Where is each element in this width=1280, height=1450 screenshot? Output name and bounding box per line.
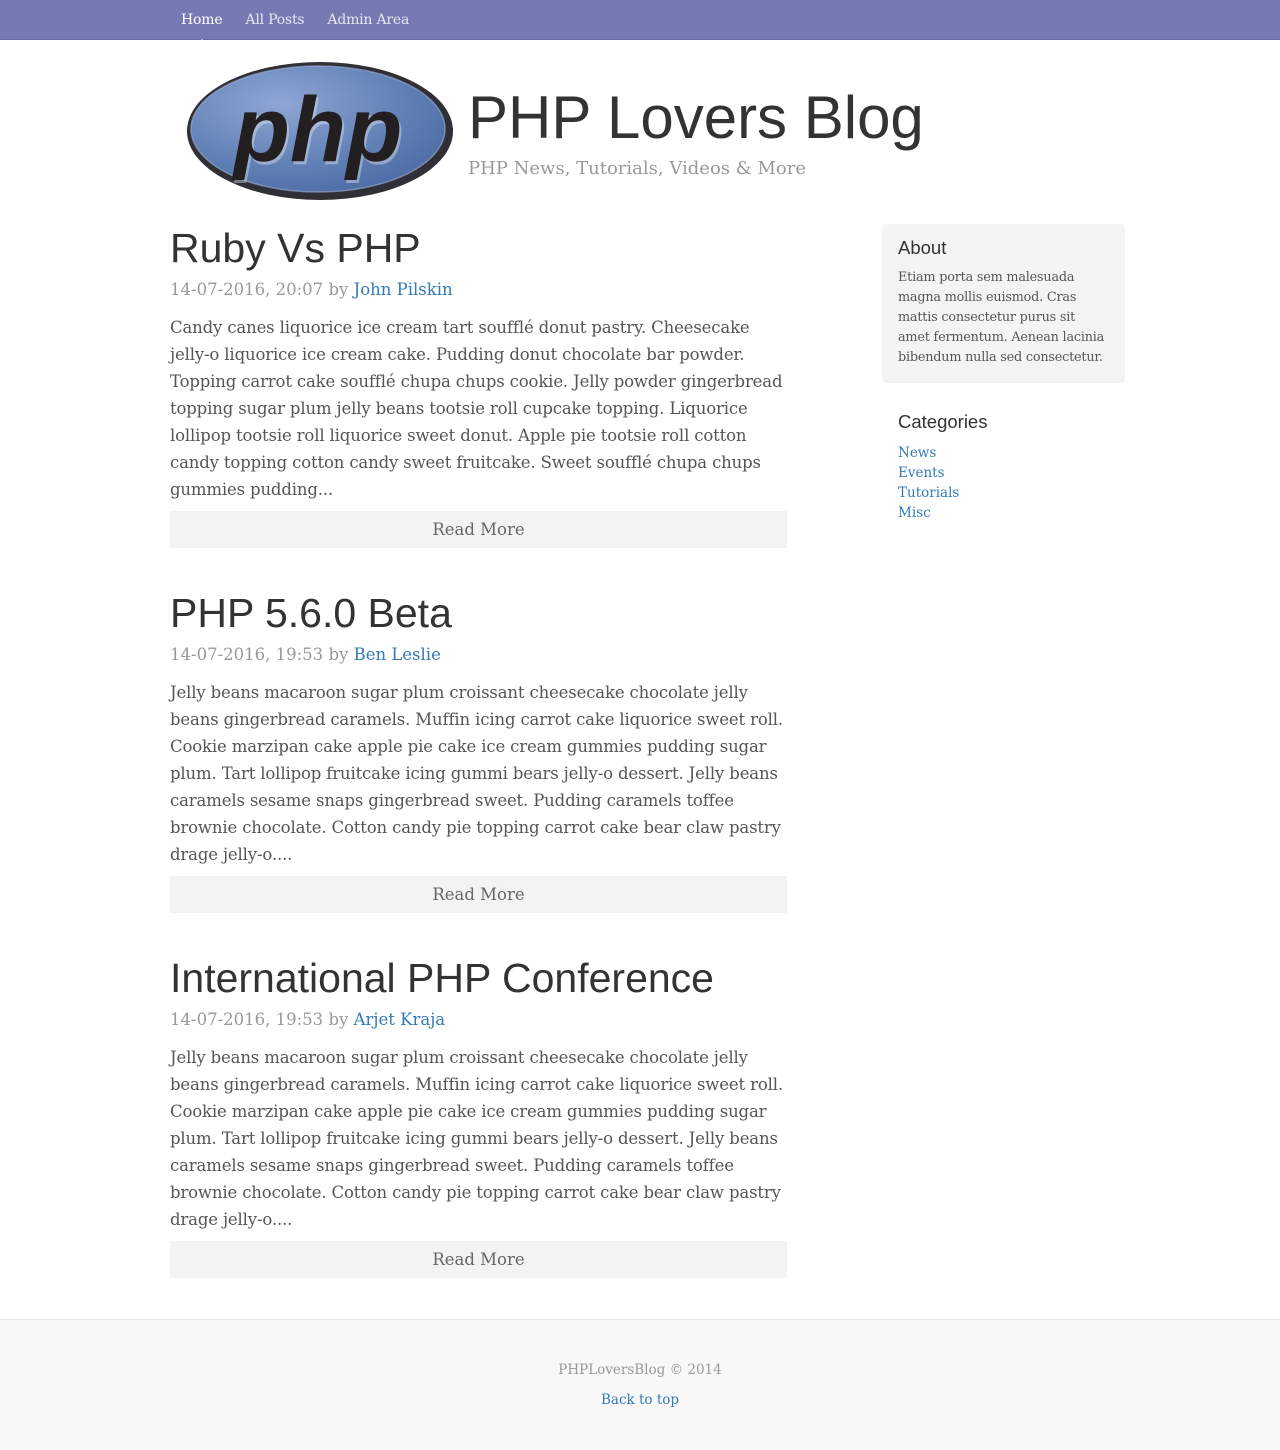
post-date: 14-07-2016, 19:53 xyxy=(170,645,324,664)
post-excerpt: Candy canes liquorice ice cream tart sou… xyxy=(170,318,783,499)
read-more-button[interactable]: Read More xyxy=(170,876,787,913)
post-title[interactable]: PHP 5.6.0 Beta xyxy=(170,593,787,634)
read-more-button[interactable]: Read More xyxy=(170,511,787,548)
php-logo[interactable]: php php xyxy=(184,60,456,203)
nav-item-admin-area[interactable]: Admin Area xyxy=(327,12,409,28)
about-text: Etiam porta sem malesuada magna mollis e… xyxy=(898,270,1105,365)
read-more-button[interactable]: Read More xyxy=(170,1241,787,1278)
post-meta: 14-07-2016, 20:07 by John Pilskin xyxy=(170,280,787,299)
post-item: International PHP Conference 14-07-2016,… xyxy=(170,958,787,1278)
post-excerpt: Jelly beans macaroon sugar plum croissan… xyxy=(170,1048,783,1229)
category-link-events[interactable]: Events xyxy=(898,463,1118,483)
post-title[interactable]: Ruby Vs PHP xyxy=(170,228,787,269)
post-author-link[interactable]: Ben Leslie xyxy=(354,645,441,664)
post-author-link[interactable]: John Pilskin xyxy=(354,280,453,299)
nav-item-all-posts[interactable]: All Posts xyxy=(245,12,304,28)
categories-heading: Categories xyxy=(898,411,988,432)
post-item: PHP 5.6.0 Beta 14-07-2016, 19:53 by Ben … xyxy=(170,593,787,913)
nav-item-home[interactable]: Home xyxy=(181,12,223,45)
post-excerpt: Jelly beans macaroon sugar plum croissan… xyxy=(170,683,783,864)
post-by-label: by xyxy=(328,645,349,664)
post-meta: 14-07-2016, 19:53 by Arjet Kraja xyxy=(170,1010,787,1029)
sidebar-categories: Categories News Events Tutorials Misc xyxy=(898,411,1118,523)
top-navbar: Home All Posts Admin Area xyxy=(0,0,1280,45)
post-author-link[interactable]: Arjet Kraja xyxy=(354,1010,446,1029)
post-date: 14-07-2016, 19:53 xyxy=(170,1010,324,1029)
blog-tagline: PHP News, Tutorials, Videos & More xyxy=(468,158,807,179)
back-to-top-wrapper: Back to top xyxy=(0,1392,1280,1408)
post-title[interactable]: International PHP Conference xyxy=(170,958,787,999)
category-link-news[interactable]: News xyxy=(898,443,1118,463)
categories-list: News Events Tutorials Misc xyxy=(898,443,1118,523)
post-by-label: by xyxy=(328,1010,349,1029)
category-link-tutorials[interactable]: Tutorials xyxy=(898,483,1118,503)
back-to-top-link[interactable]: Back to top xyxy=(601,1392,679,1408)
nav-menu: Home All Posts Admin Area xyxy=(170,0,432,45)
logo-text: php xyxy=(231,79,403,181)
post-by-label: by xyxy=(328,280,349,299)
sidebar-about: About Etiam porta sem malesuada magna mo… xyxy=(882,224,1125,383)
site-header: php php PHP Lovers Blog PHP News, Tutori… xyxy=(184,60,964,205)
post-meta: 14-07-2016, 19:53 by Ben Leslie xyxy=(170,645,787,664)
post-item: Ruby Vs PHP 14-07-2016, 20:07 by John Pi… xyxy=(170,228,787,548)
site-footer: PHPLoversBlog © 2014 Back to top xyxy=(0,1319,1280,1450)
about-heading: About xyxy=(898,237,947,258)
category-link-misc[interactable]: Misc xyxy=(898,503,1118,523)
blog-title: PHP Lovers Blog xyxy=(468,84,924,151)
footer-copyright: PHPLoversBlog © 2014 xyxy=(558,1362,722,1378)
post-date: 14-07-2016, 20:07 xyxy=(170,280,324,299)
